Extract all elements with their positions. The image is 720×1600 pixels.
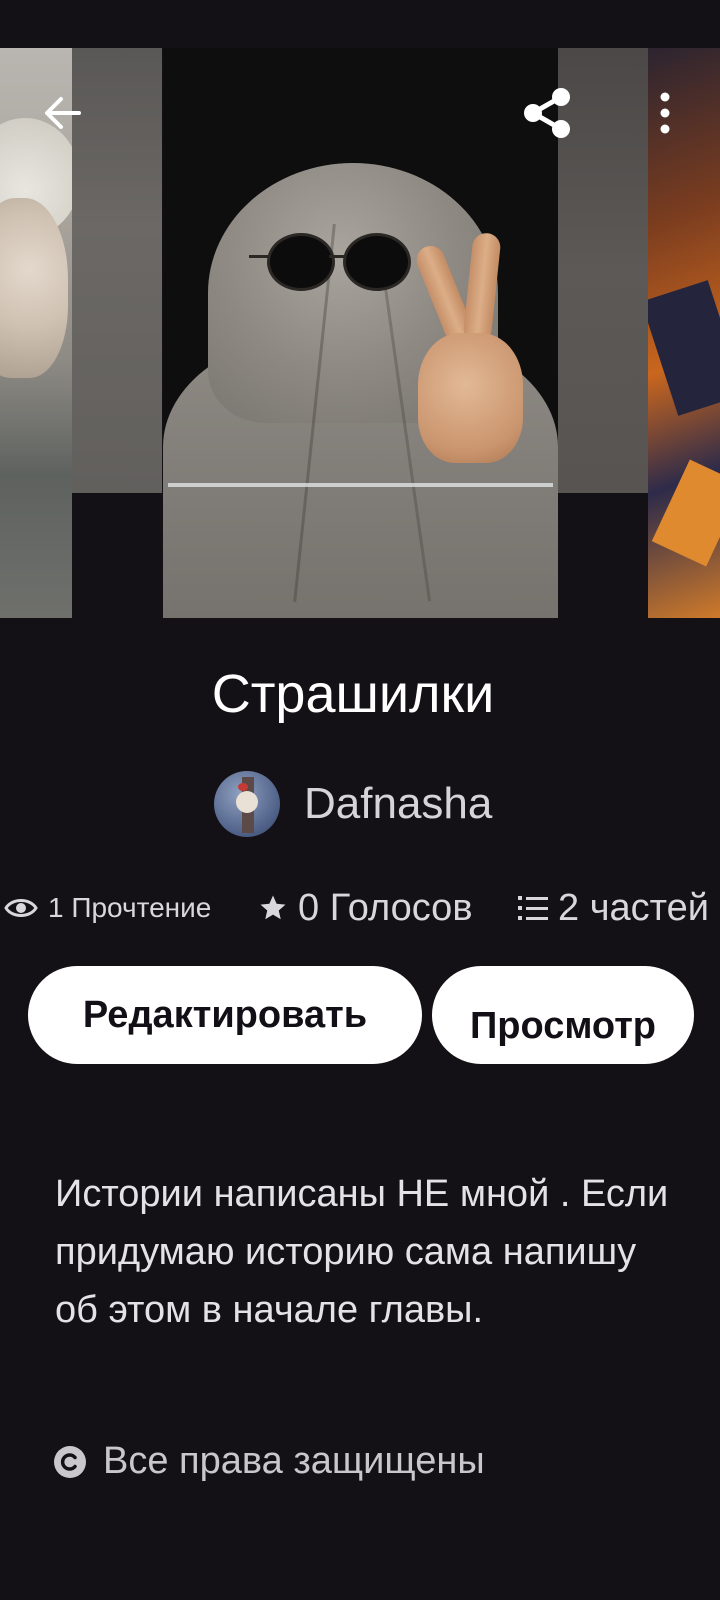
more-options-button[interactable]: [630, 78, 700, 148]
finger: [462, 231, 502, 345]
story-stats: 1 Прочтение 0 Голосов 2 частей: [0, 880, 720, 936]
edit-button[interactable]: Редактировать: [28, 966, 422, 1064]
cover-carousel[interactable]: [0, 48, 720, 618]
palm: [418, 333, 523, 463]
preview-button[interactable]: Просмотр: [432, 966, 694, 1064]
parts-count: 2 частей: [558, 886, 709, 929]
story-description: Истории написаны НЕ мной . Если придумаю…: [55, 1173, 669, 1331]
preview-label: Просмотр: [469, 1005, 657, 1047]
sunglasses-arm: [249, 255, 269, 258]
stat-reads: 1 Прочтение: [4, 880, 211, 936]
stat-votes: 0 Голосов: [258, 880, 473, 936]
cover-image-detail: [648, 280, 720, 416]
sunglasses-lens: [267, 233, 335, 291]
story-title: Страшилки: [211, 664, 495, 724]
copyright-row: Все права защищены: [53, 1440, 485, 1483]
cover-image-detail: [651, 459, 720, 567]
ghost-figure: [163, 163, 558, 618]
list-icon: [518, 896, 548, 920]
star-icon: [260, 895, 286, 920]
back-button[interactable]: [28, 78, 98, 148]
avatar-detail: [236, 791, 258, 813]
avatar-detail: [238, 783, 248, 791]
glitch-line: [168, 483, 553, 487]
votes-count: 0 Голосов: [298, 886, 473, 929]
story-cover-image[interactable]: [163, 48, 558, 618]
stat-parts: 2 частей: [518, 880, 709, 936]
arrow-left-icon: [45, 97, 81, 129]
eye-icon: [4, 899, 38, 917]
status-bar: [0, 0, 720, 48]
sunglasses-lens: [343, 233, 411, 291]
author-name[interactable]: Dafnasha: [304, 779, 492, 829]
share-icon: [524, 88, 570, 138]
peace-sign-hand: [412, 231, 528, 473]
more-vertical-icon: [660, 92, 670, 134]
reads-count: 1 Прочтение: [48, 892, 212, 923]
share-button[interactable]: [512, 78, 582, 148]
author-avatar[interactable]: [214, 771, 280, 837]
copyright-text: Все права защищены: [103, 1440, 485, 1482]
author-row[interactable]: Dafnasha: [214, 770, 492, 838]
copyright-icon: [54, 1445, 86, 1478]
